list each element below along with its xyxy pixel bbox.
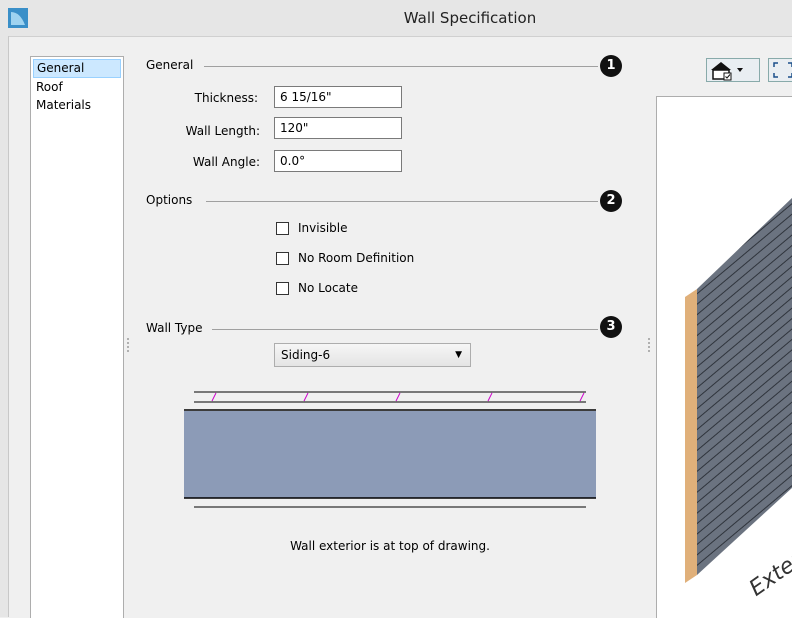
- options-divider: [206, 201, 598, 202]
- house-view-icon: [711, 62, 743, 81]
- nav-item-roof[interactable]: Roof: [33, 79, 121, 96]
- view-mode-button[interactable]: [706, 58, 760, 82]
- thickness-label: Thickness:: [194, 91, 258, 105]
- wall-layer-diagram: [184, 391, 596, 508]
- options-heading: Options: [146, 193, 193, 207]
- wall-3d-render: [685, 197, 792, 583]
- wall-length-input[interactable]: 120": [274, 117, 402, 139]
- no-locate-checkbox[interactable]: [276, 282, 289, 295]
- no-room-definition-label: No Room Definition: [298, 251, 415, 265]
- wall-edge: [685, 289, 697, 583]
- general-badge: 1: [600, 55, 622, 77]
- wall-face: [697, 197, 792, 575]
- panel-splitter-left[interactable]: [127, 338, 132, 352]
- options-badge: 2: [600, 190, 622, 212]
- framing-layer: [184, 411, 596, 498]
- wall-angle-label: Wall Angle:: [192, 155, 260, 169]
- wall-angle-input[interactable]: 0.0°: [274, 150, 402, 172]
- wall-type-divider: [212, 329, 598, 330]
- thickness-input[interactable]: 6 15/16": [274, 86, 402, 108]
- category-list: General Roof Materials: [30, 56, 124, 618]
- wall-preview[interactable]: Exterior: [656, 96, 792, 618]
- no-locate-label: No Locate: [298, 281, 358, 295]
- siding-hatch: [211, 392, 585, 402]
- invisible-label: Invisible: [298, 221, 348, 235]
- wall-type-badge: 3: [600, 316, 622, 338]
- wall-length-label: Wall Length:: [185, 124, 260, 138]
- fit-to-window-button[interactable]: [768, 58, 792, 82]
- general-heading: General: [146, 58, 194, 72]
- window-title: Wall Specification: [403, 9, 537, 27]
- title-bar: Wall Specification: [0, 0, 792, 37]
- nav-item-materials[interactable]: Materials: [33, 97, 121, 114]
- wall-type-select[interactable]: Siding-6 ▼: [274, 343, 471, 367]
- wall-type-select-value: Siding-6: [281, 348, 331, 362]
- wall-type-heading: Wall Type: [146, 321, 203, 335]
- fit-to-window-icon: [773, 62, 792, 78]
- window-frame: [0, 36, 9, 617]
- no-room-definition-checkbox[interactable]: [276, 252, 289, 265]
- wall-exterior-caption: Wall exterior is at top of drawing.: [290, 539, 490, 553]
- nav-item-general[interactable]: General: [33, 59, 121, 78]
- panel-splitter-right[interactable]: [648, 338, 653, 352]
- dropdown-arrow-icon: ▼: [455, 350, 462, 360]
- invisible-checkbox[interactable]: [276, 222, 289, 235]
- general-divider: [204, 66, 598, 67]
